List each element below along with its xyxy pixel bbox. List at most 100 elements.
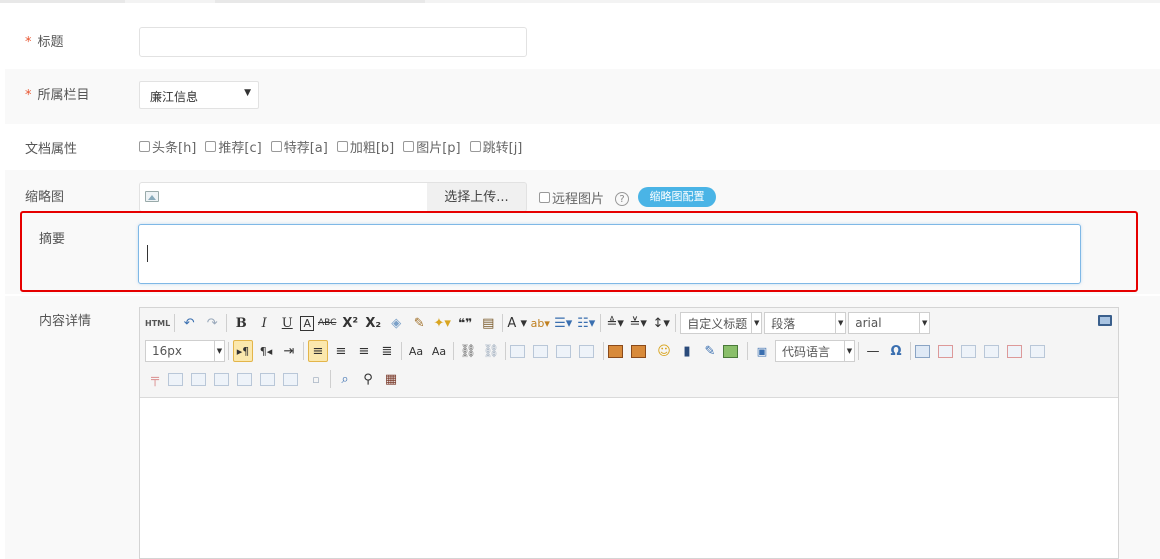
- attribute-checkbox-special[interactable]: 特荐[a]: [270, 137, 328, 156]
- toolbar-row-1: HTML ↶ ↷ B I U A ABC X² X₂ ◈ ✎ ✦▾ ❝❞ ▤ A…: [145, 311, 932, 335]
- special-char-button[interactable]: Ω: [886, 340, 906, 362]
- insert-col-icon[interactable]: [1030, 344, 1045, 358]
- attributes-row: 文档属性 头条[h] 推荐[c] 特荐[a] 加粗[b] 图片[p] 跳转[j]: [5, 124, 1160, 169]
- attribute-checkbox-recommend[interactable]: 推荐[c]: [205, 137, 262, 156]
- undo-icon[interactable]: ↶: [179, 312, 199, 334]
- split-rows-icon[interactable]: [260, 372, 275, 386]
- delete-table-icon[interactable]: [938, 344, 953, 358]
- attribute-checkbox-jump[interactable]: 跳转[j]: [469, 137, 522, 156]
- category-row: * 所属栏目 廉江信息 ▼: [5, 69, 1160, 124]
- image-icon: [145, 191, 159, 202]
- html-source-button[interactable]: HTML: [145, 312, 170, 334]
- merge-cells-icon[interactable]: [168, 372, 183, 386]
- line-height-icon[interactable]: ↕▾: [651, 312, 671, 334]
- editor-content-area[interactable]: [140, 399, 1118, 558]
- delete-col-icon[interactable]: ╤: [145, 368, 165, 390]
- remote-image-checkbox[interactable]: 远程图片: [539, 188, 604, 207]
- category-label: * 所属栏目: [25, 88, 90, 103]
- rtl-direction-icon[interactable]: ¶◂: [256, 340, 276, 362]
- attributes-label: 文档属性: [25, 142, 78, 157]
- auto-format-icon[interactable]: ✦▾: [432, 312, 452, 334]
- uppercase-icon[interactable]: Aa: [406, 340, 426, 362]
- delete-row-icon[interactable]: [1007, 344, 1022, 358]
- blockquote-button[interactable]: ❝❞: [455, 312, 475, 334]
- checkbox-icon: [139, 141, 150, 152]
- title-input[interactable]: [139, 27, 527, 57]
- checkbox-icon: [270, 141, 282, 152]
- subscript-button[interactable]: X₂: [363, 312, 383, 334]
- row-spacing-bottom-icon[interactable]: ≚▾: [628, 312, 648, 334]
- split-cells-icon[interactable]: [237, 372, 252, 386]
- font-size-select[interactable]: 16px ▼: [145, 340, 225, 362]
- format-brush-icon[interactable]: ✎: [409, 312, 429, 334]
- ordered-list-icon[interactable]: ☰▾: [553, 312, 573, 334]
- attribute-checkbox-bold[interactable]: 加粗[b]: [336, 137, 394, 156]
- align-justify-icon[interactable]: ≣: [377, 340, 397, 362]
- thumbnail-config-button[interactable]: 缩略图配置: [638, 187, 716, 207]
- emoticon-icon[interactable]: ☺: [654, 340, 674, 362]
- lowercase-icon[interactable]: Aa: [429, 340, 449, 362]
- indent-icon[interactable]: ⇥: [279, 340, 299, 362]
- insert-caption-icon[interactable]: [961, 344, 976, 358]
- eraser-icon[interactable]: ◈: [386, 312, 406, 334]
- image-right-icon[interactable]: [556, 344, 571, 358]
- redo-icon[interactable]: ↷: [202, 312, 222, 334]
- row-spacing-top-icon[interactable]: ≜▾: [605, 312, 625, 334]
- split-cols-icon[interactable]: [283, 372, 298, 386]
- ltr-direction-icon[interactable]: ▸¶: [233, 340, 253, 362]
- thumbnail-path-input[interactable]: [139, 182, 429, 212]
- merge-down-icon[interactable]: [214, 372, 229, 386]
- text-caret: [147, 245, 148, 262]
- title-label: * 标题: [25, 35, 64, 50]
- thumbnail-upload-button[interactable]: 选择上传...: [427, 182, 527, 212]
- link-icon[interactable]: ⛓: [458, 340, 478, 362]
- search-replace-icon[interactable]: ⚲: [358, 368, 378, 390]
- page-break-icon[interactable]: ▫: [306, 368, 326, 390]
- font-color-button[interactable]: A ▾: [507, 312, 527, 334]
- template-icon[interactable]: ▦: [381, 368, 401, 390]
- align-left-icon[interactable]: ≡: [308, 340, 328, 362]
- summary-textarea[interactable]: [138, 224, 1081, 284]
- checkbox-icon: [539, 192, 550, 203]
- insert-image-icon[interactable]: [608, 344, 623, 358]
- insert-table-icon[interactable]: [915, 344, 930, 358]
- align-right-icon[interactable]: ≡: [354, 340, 374, 362]
- video-icon[interactable]: ▮: [677, 340, 697, 362]
- paragraph-select[interactable]: 段落 ▼: [764, 312, 847, 334]
- map-icon[interactable]: [723, 344, 738, 358]
- bold-button[interactable]: B: [231, 312, 251, 334]
- horizontal-rule-button[interactable]: —: [863, 340, 883, 362]
- insert-row-icon[interactable]: [984, 344, 999, 358]
- multi-image-icon[interactable]: [631, 344, 646, 358]
- preview-icon[interactable]: ⌕: [335, 368, 355, 390]
- image-none-icon[interactable]: [510, 344, 525, 358]
- font-border-icon[interactable]: A: [300, 315, 315, 331]
- code-language-select[interactable]: 代码语言 ▼: [775, 340, 855, 362]
- attribute-checkbox-picture[interactable]: 图片[p]: [403, 137, 461, 156]
- image-center-icon[interactable]: [579, 344, 594, 358]
- image-left-icon[interactable]: [533, 344, 548, 358]
- help-icon[interactable]: ?: [615, 192, 629, 206]
- merge-right-icon[interactable]: [191, 372, 206, 386]
- align-center-icon[interactable]: ≡: [331, 340, 351, 362]
- checkbox-icon: [336, 141, 348, 152]
- category-select[interactable]: 廉江信息 ▼: [139, 81, 259, 109]
- underline-button[interactable]: U: [277, 312, 297, 334]
- unlink-icon[interactable]: ⛓: [481, 340, 501, 362]
- superscript-button[interactable]: X²: [340, 312, 360, 334]
- toolbar-row-3: ╤ ▫ ⌕ ⚲ ▦: [145, 367, 404, 391]
- paste-text-icon[interactable]: ▤: [478, 312, 498, 334]
- italic-button[interactable]: I: [254, 312, 274, 334]
- checkbox-icon: [403, 141, 415, 152]
- background-color-icon[interactable]: ab▾: [530, 312, 550, 334]
- content-label: 内容详情: [39, 314, 92, 329]
- insert-code-icon[interactable]: ▣: [752, 340, 772, 362]
- attribute-checkbox-headline[interactable]: 头条[h]: [139, 137, 196, 156]
- heading-select[interactable]: 自定义标题 ▼: [680, 312, 763, 334]
- title-row: * 标题: [5, 17, 1160, 67]
- attachment-icon[interactable]: ✎: [700, 340, 720, 362]
- font-family-select[interactable]: arial ▼: [848, 312, 931, 334]
- unordered-list-icon[interactable]: ☷▾: [576, 312, 596, 334]
- fullscreen-icon[interactable]: [1098, 315, 1112, 326]
- strikethrough-button[interactable]: ABC: [317, 312, 337, 334]
